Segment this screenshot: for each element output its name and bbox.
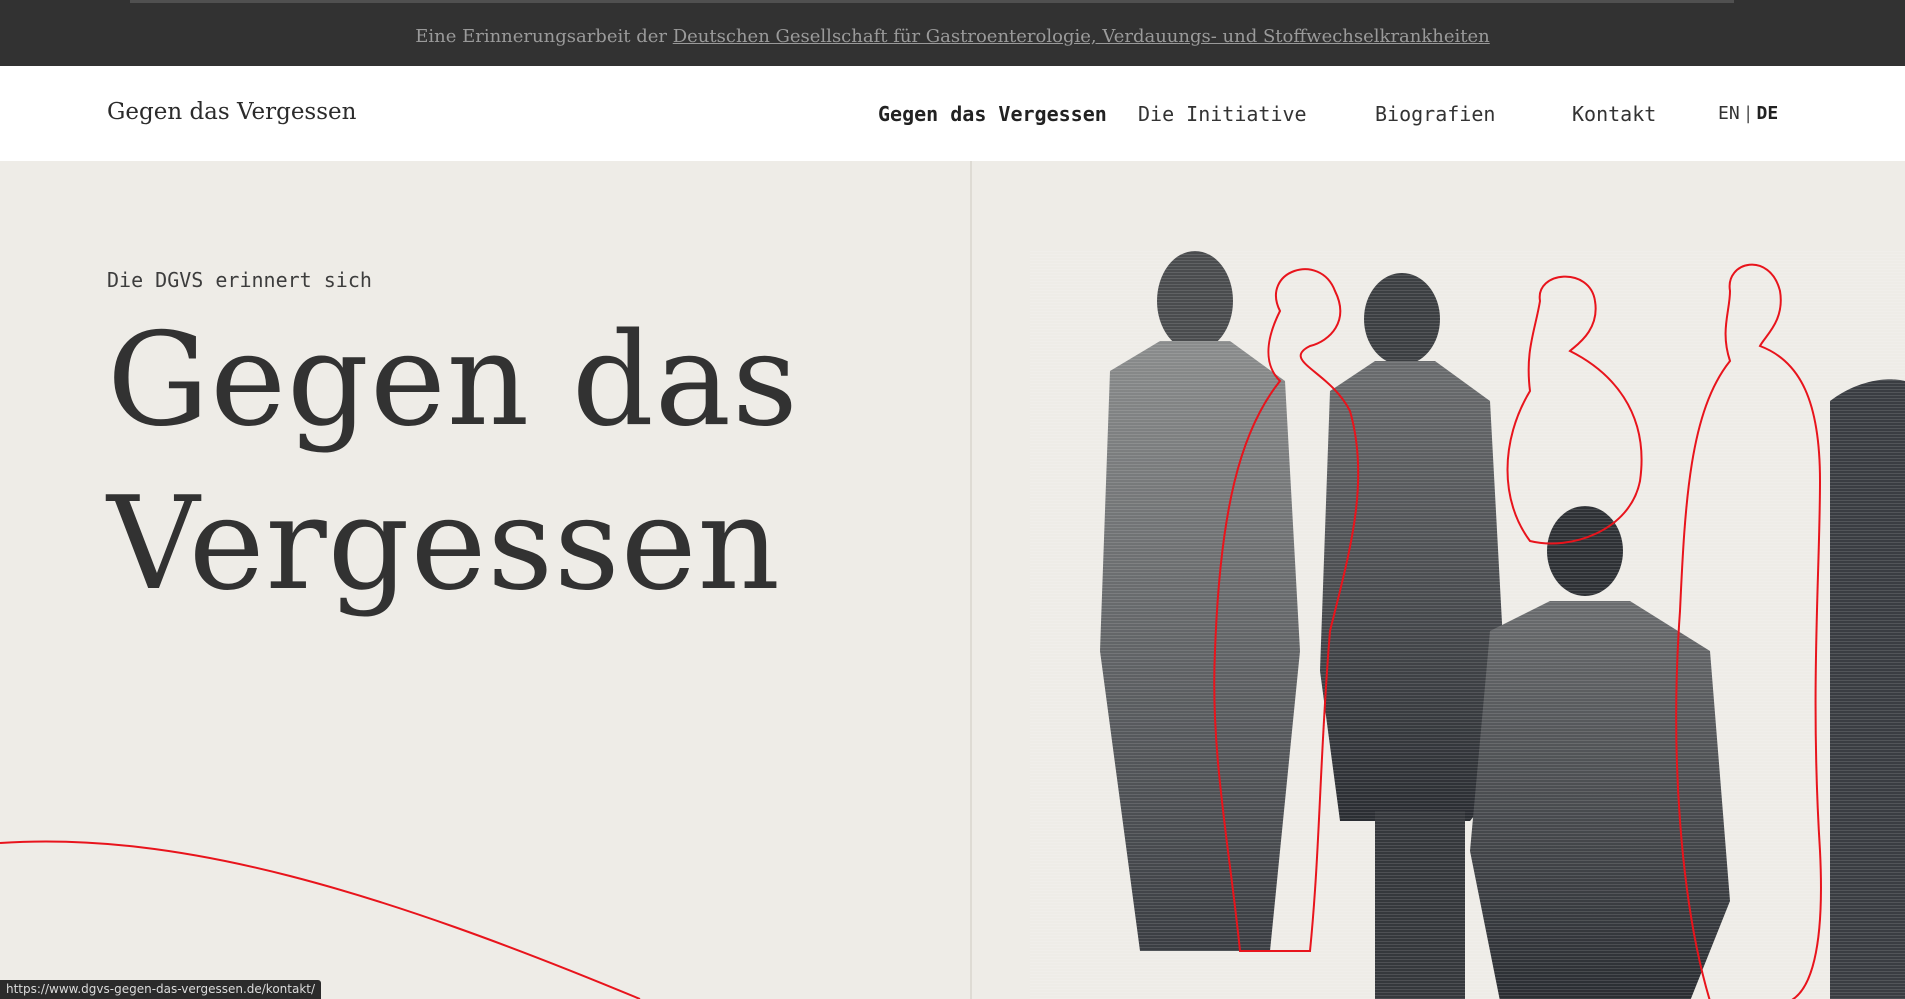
lang-separator: | — [1742, 103, 1754, 124]
language-switcher: EN | DE — [1718, 103, 1778, 124]
lang-de-link[interactable]: DE — [1757, 103, 1779, 124]
nav-item-kontakt[interactable]: Kontakt — [1572, 102, 1656, 126]
dgvs-link[interactable]: Deutschen Gesellschaft für Gastroenterol… — [673, 26, 1490, 47]
nav-item-home[interactable]: Gegen das Vergessen — [878, 102, 1107, 126]
site-logo-text[interactable]: Gegen das Vergessen — [107, 99, 356, 125]
announcement-prefix: Eine Erinnerungsarbeit der — [415, 26, 667, 47]
announcement-text: Eine Erinnerungsarbeit der Deutschen Ges… — [0, 26, 1905, 47]
nav-item-initiative[interactable]: Die Initiative — [1138, 102, 1307, 126]
historic-group-photo — [1030, 251, 1905, 999]
lang-en-link[interactable]: EN — [1718, 103, 1740, 124]
nav-item-biografien[interactable]: Biografien — [1375, 102, 1495, 126]
scroll-indicator — [130, 0, 1734, 3]
headline-line-2: Vergessen — [107, 470, 781, 619]
hero-section: Die DGVS erinnert sich Gegen das Vergess… — [0, 161, 1905, 999]
headline-line-1: Gegen das — [107, 306, 799, 455]
top-announcement-bar: Eine Erinnerungsarbeit der Deutschen Ges… — [0, 0, 1905, 66]
hero-headline: Gegen das Vergessen — [107, 299, 967, 627]
status-bar-url: https://www.dgvs-gegen-das-vergessen.de/… — [0, 980, 322, 999]
main-header: Gegen das Vergessen Gegen das Vergessen … — [0, 66, 1905, 161]
hero-kicker: Die DGVS erinnert sich — [107, 268, 372, 292]
